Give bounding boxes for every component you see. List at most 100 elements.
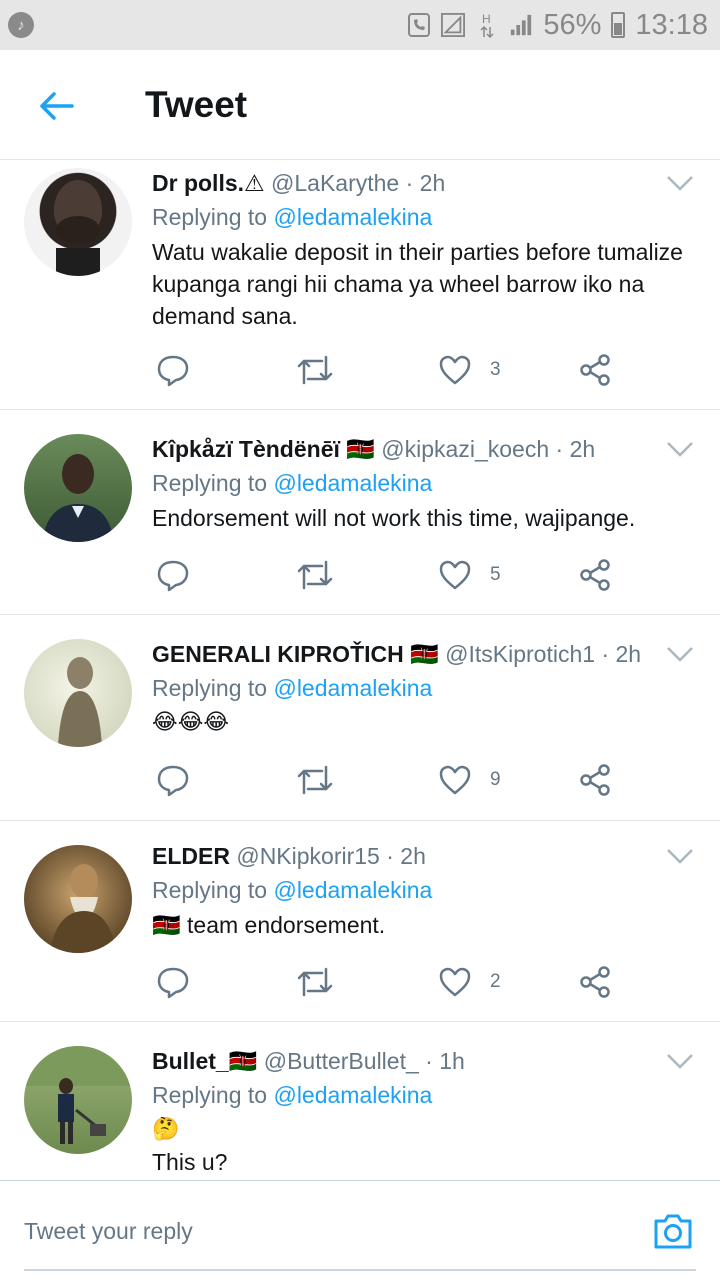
like-button[interactable]: 9 [438, 760, 501, 800]
replying-prefix: Replying to [152, 470, 268, 496]
like-count: 3 [490, 359, 501, 380]
tweet-text: Endorsement will not work this time, waj… [152, 505, 636, 531]
tweet-header: Kîpkåzï Tèndënēï 🇰🇪 @kipkazi_koech · 2h [152, 434, 700, 464]
signal-sim1-icon [441, 12, 466, 38]
avatar[interactable] [24, 1046, 132, 1154]
reply-button[interactable] [156, 760, 190, 800]
avatar[interactable] [24, 639, 132, 747]
user-name[interactable]: ELDER [152, 843, 230, 869]
tweet-header: Dr polls.⚠ @LaKarythe · 2h [152, 168, 700, 198]
reply-composer [0, 1180, 720, 1280]
like-button[interactable]: 5 [438, 555, 501, 595]
tweet-time: · 2h [405, 170, 446, 196]
user-handle[interactable]: @kipkazi_koech [381, 436, 549, 462]
reply-button[interactable] [156, 962, 190, 1002]
heart-icon [439, 967, 471, 997]
svg-text:H: H [482, 12, 491, 26]
replying-to: Replying to @ledamalekina [152, 1080, 700, 1110]
network-h-icon: H [475, 12, 499, 39]
reply-input[interactable] [24, 1207, 624, 1255]
battery-percent: 56% [543, 8, 602, 41]
retweet-icon [297, 765, 333, 795]
tweet-actions: 9 [152, 760, 632, 800]
retweet-button[interactable] [296, 962, 334, 1002]
tweet-header: GENERALI KIPROŤICH 🇰🇪 @ItsKiprotich1 · 2… [152, 639, 700, 669]
share-button[interactable] [578, 760, 612, 800]
tweet-body: GENERALI KIPROŤICH 🇰🇪 @ItsKiprotich1 · 2… [152, 639, 700, 739]
retweet-button[interactable] [296, 555, 334, 595]
retweet-icon [297, 560, 333, 590]
replying-prefix: Replying to [152, 204, 268, 230]
user-handle[interactable]: @LaKarythe [271, 170, 399, 196]
mention-link[interactable]: @ledamalekina [273, 470, 432, 496]
back-button[interactable] [36, 86, 76, 126]
share-icon [580, 354, 610, 386]
status-bar: ♪ H 56% 13:18 [0, 0, 720, 50]
tweet-text: 🤔 [152, 1117, 180, 1142]
user-name[interactable]: Bullet_🇰🇪 [152, 1048, 257, 1074]
tweet-text: 🇰🇪 team endorsement. [152, 912, 386, 938]
heart-icon [439, 560, 471, 590]
signal-sim2-icon [509, 12, 533, 38]
replies-list[interactable]: Dr polls.⚠ @LaKarythe · 2h Replying to @… [0, 160, 720, 1180]
reply-icon [157, 967, 189, 999]
replying-prefix: Replying to [152, 1082, 268, 1108]
replying-to: Replying to @ledamalekina [152, 673, 700, 703]
user-name[interactable]: Kîpkåzï Tèndënēï 🇰🇪 [152, 436, 375, 462]
user-handle[interactable]: @ButterBullet_ [264, 1048, 419, 1074]
avatar[interactable] [24, 168, 132, 276]
mention-link[interactable]: @ledamalekina [273, 877, 432, 903]
share-button[interactable] [578, 555, 612, 595]
status-icons: H 56% 13:18 [407, 6, 708, 44]
replying-prefix: Replying to [152, 675, 268, 701]
replying-to: Replying to @ledamalekina [152, 202, 700, 232]
share-icon [580, 559, 610, 591]
arrow-left-icon [40, 92, 74, 120]
battery-icon [611, 12, 626, 38]
like-button[interactable]: 3 [438, 350, 501, 390]
avatar[interactable] [24, 845, 132, 953]
user-name[interactable]: GENERALI KIPROŤICH 🇰🇪 [152, 641, 439, 667]
user-name[interactable]: Dr polls.⚠ [152, 170, 265, 196]
reply-button[interactable] [156, 350, 190, 390]
share-button[interactable] [578, 350, 612, 390]
camera-icon[interactable] [652, 1211, 694, 1251]
avatar[interactable] [24, 434, 132, 542]
tweet-body: ELDER @NKipkorir15 · 2h Replying to @led… [152, 841, 700, 941]
mention-link[interactable]: @ledamalekina [273, 204, 432, 230]
chevron-down-icon[interactable] [666, 847, 694, 865]
tweet-header: ELDER @NKipkorir15 · 2h [152, 841, 700, 871]
chevron-down-icon[interactable] [666, 1052, 694, 1070]
chevron-down-icon[interactable] [666, 645, 694, 663]
user-handle[interactable]: @ItsKiprotich1 [445, 641, 595, 667]
tweet-item[interactable]: GENERALI KIPROŤICH 🇰🇪 @ItsKiprotich1 · 2… [0, 615, 720, 821]
tweet-item[interactable]: Kîpkåzï Tèndënēï 🇰🇪 @kipkazi_koech · 2h … [0, 410, 720, 615]
user-handle[interactable]: @NKipkorir15 [236, 843, 380, 869]
tweet-item[interactable]: Bullet_🇰🇪 @ButterBullet_ · 1h Replying t… [0, 1022, 720, 1180]
tweet-actions: 5 [152, 555, 632, 595]
chevron-down-icon[interactable] [666, 440, 694, 458]
tweet-time: · 2h [555, 436, 596, 462]
share-button[interactable] [578, 962, 612, 1002]
retweet-icon [297, 967, 333, 997]
tweet-time: · 1h [425, 1048, 465, 1074]
heart-icon [439, 355, 471, 385]
call-icon [407, 12, 431, 38]
heart-icon [439, 765, 471, 795]
chevron-down-icon[interactable] [666, 174, 694, 192]
reply-button[interactable] [156, 555, 190, 595]
mention-link[interactable]: @ledamalekina [273, 675, 432, 701]
replying-prefix: Replying to [152, 877, 268, 903]
tweet-item[interactable]: Dr polls.⚠ @LaKarythe · 2h Replying to @… [0, 160, 720, 410]
tweet-time: · 2h [386, 843, 426, 869]
tweet-header: Bullet_🇰🇪 @ButterBullet_ · 1h [152, 1046, 700, 1076]
tweet-item[interactable]: ELDER @NKipkorir15 · 2h Replying to @led… [0, 821, 720, 1022]
reply-icon [157, 765, 189, 797]
replying-to: Replying to @ledamalekina [152, 875, 700, 905]
like-button[interactable]: 2 [438, 962, 501, 1002]
like-count: 9 [490, 769, 501, 790]
retweet-button[interactable] [296, 760, 334, 800]
mention-link[interactable]: @ledamalekina [273, 1082, 432, 1108]
retweet-button[interactable] [296, 350, 334, 390]
app-bar: Tweet [0, 50, 720, 160]
